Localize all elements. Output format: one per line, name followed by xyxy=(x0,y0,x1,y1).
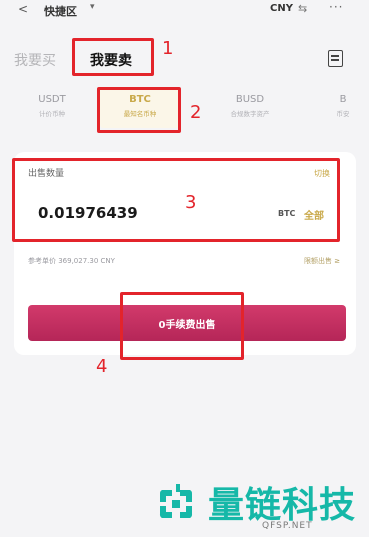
currency-selector[interactable]: CNY xyxy=(270,3,293,14)
more-icon[interactable]: ··· xyxy=(329,0,343,14)
coin-symbol: B xyxy=(339,94,347,105)
coin-selector: USDT 计价币种 BTC 最知名币种 BUSD 合规数字资产 B 币安 xyxy=(0,88,369,132)
coin-desc: 计价币种 xyxy=(39,110,65,118)
orders-icon[interactable] xyxy=(328,50,343,67)
annotation-number-1: 1 xyxy=(162,38,174,59)
dropdown-caret-icon[interactable]: ▾ xyxy=(90,2,95,12)
coin-busd[interactable]: BUSD 合规数字资产 xyxy=(210,88,290,128)
coin-b[interactable]: B 币安 xyxy=(317,88,369,128)
swap-icon[interactable]: ⇆ xyxy=(298,2,307,15)
page-title[interactable]: 快捷区 xyxy=(44,3,77,19)
watermark-domain: QFSP.NET xyxy=(262,521,313,531)
annotation-box-4 xyxy=(120,292,244,360)
limit-note[interactable]: 限额出售 ≥ xyxy=(304,256,340,266)
coin-symbol: BUSD xyxy=(235,94,265,105)
trade-tabs: 我要买 我要卖 xyxy=(0,44,369,74)
tab-buy[interactable]: 我要买 xyxy=(14,50,56,70)
annotation-box-2 xyxy=(97,87,181,133)
reference-price: 参考单价 369,027.30 CNY xyxy=(28,257,115,265)
annotation-box-3 xyxy=(12,158,340,242)
annotation-box-1 xyxy=(72,38,154,76)
annotation-number-4: 4 xyxy=(96,356,108,377)
watermark: 量链科技 QFSP.NET xyxy=(148,474,369,537)
coin-symbol: USDT xyxy=(38,94,66,105)
brand-logo-icon xyxy=(159,484,193,518)
top-bar: < 快捷区 ▾ CNY ⇆ ··· xyxy=(0,0,369,22)
coin-desc: 币安 xyxy=(336,110,350,118)
coin-desc: 合规数字资产 xyxy=(230,110,270,118)
back-icon[interactable]: < xyxy=(18,2,28,16)
annotation-number-3: 3 xyxy=(185,192,197,213)
annotation-number-2: 2 xyxy=(190,102,202,123)
coin-usdt[interactable]: USDT 计价币种 xyxy=(12,88,92,128)
